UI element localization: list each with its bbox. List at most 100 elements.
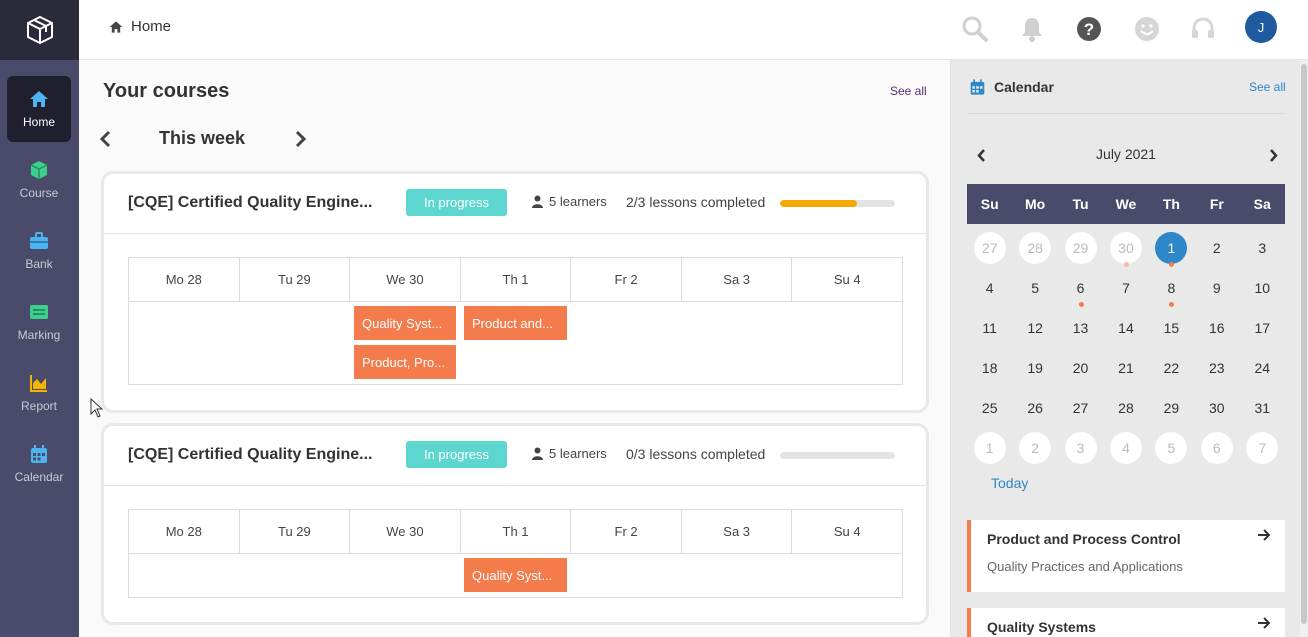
calendar-day[interactable]: 10: [1240, 268, 1285, 308]
calendar-day[interactable]: 3: [1240, 228, 1285, 268]
calendar-week-row: 4 5 6 7 8 9 10: [967, 268, 1285, 308]
calendar-day[interactable]: 9: [1194, 268, 1239, 308]
calendar-day-number: 2: [1212, 240, 1221, 256]
calendar-day[interactable]: 21: [1103, 348, 1148, 388]
calendar-day[interactable]: 30: [1103, 228, 1148, 268]
calendar-day[interactable]: 16: [1194, 308, 1239, 348]
week-navigator: This week: [99, 126, 314, 152]
calendar-day[interactable]: 6: [1058, 268, 1103, 308]
calendar-see-all-link[interactable]: See all: [1249, 80, 1286, 94]
sidebar-item-report[interactable]: Report: [7, 360, 71, 426]
calendar-event-card[interactable]: Product and Process Control Quality Prac…: [967, 520, 1285, 592]
calendar-day[interactable]: 29: [1058, 228, 1103, 268]
sidebar-item-bank[interactable]: Bank: [7, 218, 71, 284]
calendar-day[interactable]: 17: [1240, 308, 1285, 348]
day-header: Mo 28: [129, 258, 240, 301]
calendar-day[interactable]: 23: [1194, 348, 1239, 388]
today-link[interactable]: Today: [991, 475, 1028, 491]
calendar-event-card[interactable]: Quality Systems: [967, 608, 1285, 637]
sidebar-item-course[interactable]: Course: [7, 147, 71, 213]
calendar-day[interactable]: 28: [1103, 388, 1148, 428]
course-name[interactable]: [CQE] Certified Quality Engine...: [128, 194, 372, 212]
calendar-day[interactable]: 15: [1149, 308, 1194, 348]
calendar-day[interactable]: 5: [1012, 268, 1057, 308]
schedule-event[interactable]: Quality Syst...: [464, 558, 567, 592]
user-icon: [532, 447, 543, 460]
chevron-right-icon[interactable]: [1269, 149, 1278, 162]
calendar-day-today[interactable]: 1: [1149, 228, 1194, 268]
event-indicator-dot: [1169, 262, 1175, 267]
calendar-day[interactable]: 14: [1103, 308, 1148, 348]
calendar-icon: [31, 445, 47, 463]
calendar-day-number: 22: [1163, 360, 1180, 376]
sidebar-item-marking[interactable]: Marking: [7, 289, 71, 355]
courses-see-all-link[interactable]: See all: [890, 84, 927, 98]
calendar-day[interactable]: 4: [967, 268, 1012, 308]
calendar-day[interactable]: 7: [1240, 428, 1285, 468]
calendar-day[interactable]: 12: [1012, 308, 1057, 348]
svg-text:?: ?: [1084, 20, 1094, 39]
calendar-day[interactable]: 30: [1194, 388, 1239, 428]
scrollbar-thumb[interactable]: [1301, 64, 1307, 624]
app-logo[interactable]: [0, 0, 79, 60]
avatar[interactable]: J: [1245, 11, 1277, 43]
feedback-button[interactable]: [1132, 14, 1162, 44]
weekday-label: We: [1115, 196, 1137, 212]
course-card[interactable]: [CQE] Certified Quality Engine... In pro…: [101, 423, 929, 625]
briefcase-icon: [30, 232, 48, 249]
calendar-day-number: 8: [1167, 280, 1176, 296]
calendar-day[interactable]: 27: [967, 228, 1012, 268]
calendar-day[interactable]: 27: [1058, 388, 1103, 428]
calendar-day[interactable]: 1: [967, 428, 1012, 468]
calendar-day-number: 28: [1118, 400, 1134, 416]
week-schedule: Mo 28 Tu 29 We 30 Th 1 Fr 2 Sa 3 Su 4 Qu…: [128, 509, 903, 598]
sidebar-item-calendar[interactable]: Calendar: [7, 431, 71, 497]
calendar-day[interactable]: 8: [1149, 268, 1194, 308]
course-name[interactable]: [CQE] Certified Quality Engine...: [128, 446, 372, 464]
calendar-day[interactable]: 3: [1058, 428, 1103, 468]
calendar-day[interactable]: 13: [1058, 308, 1103, 348]
calendar-day[interactable]: 28: [1012, 228, 1057, 268]
calendar-day[interactable]: 5: [1149, 428, 1194, 468]
calendar-day[interactable]: 29: [1149, 388, 1194, 428]
calendar-day[interactable]: 11: [967, 308, 1012, 348]
day-header: Su 4: [833, 524, 861, 539]
scrollbar[interactable]: [1300, 60, 1308, 637]
notifications-button[interactable]: [1017, 14, 1047, 44]
schedule-event[interactable]: Product, Pro...: [354, 345, 456, 379]
search-button[interactable]: [960, 14, 990, 44]
chevron-right-icon[interactable]: [295, 130, 307, 148]
calendar-day-number: 4: [985, 280, 994, 296]
schedule-event[interactable]: Product and...: [464, 306, 567, 340]
calendar-day[interactable]: 25: [967, 388, 1012, 428]
calendar-day[interactable]: 19: [1012, 348, 1057, 388]
help-button[interactable]: ?: [1074, 14, 1104, 44]
month-navigator: July 2021: [967, 146, 1285, 166]
week-schedule-header: Mo 28 Tu 29 We 30 Th 1 Fr 2 Sa 3 Su 4: [129, 258, 902, 302]
chevron-left-icon[interactable]: [977, 149, 986, 162]
event-subtitle: Quality Practices and Applications: [987, 559, 1183, 574]
schedule-event[interactable]: Quality Syst...: [354, 306, 456, 340]
day-header: Sa 3: [682, 258, 793, 301]
calendar-day[interactable]: 4: [1103, 428, 1148, 468]
learners-label: 5 learners: [549, 446, 607, 461]
calendar-day[interactable]: 26: [1012, 388, 1057, 428]
calendar-day[interactable]: 18: [967, 348, 1012, 388]
calendar-day[interactable]: 24: [1240, 348, 1285, 388]
calendar-day-number: 17: [1254, 320, 1271, 336]
progress-bar: [780, 200, 895, 207]
calendar-day[interactable]: 6: [1194, 428, 1239, 468]
calendar-day[interactable]: 20: [1058, 348, 1103, 388]
course-card[interactable]: [CQE] Certified Quality Engine... In pro…: [101, 171, 929, 413]
calendar-day[interactable]: 7: [1103, 268, 1148, 308]
calendar-day[interactable]: 22: [1149, 348, 1194, 388]
calendar-day-number: 13: [1072, 320, 1089, 336]
weekday-label: Su: [980, 196, 999, 212]
support-button[interactable]: [1188, 14, 1218, 44]
breadcrumb[interactable]: Home: [109, 18, 171, 35]
chevron-left-icon[interactable]: [99, 130, 111, 148]
calendar-day[interactable]: 2: [1194, 228, 1239, 268]
calendar-day[interactable]: 31: [1240, 388, 1285, 428]
calendar-day[interactable]: 2: [1012, 428, 1057, 468]
sidebar-item-home[interactable]: Home: [7, 76, 71, 142]
